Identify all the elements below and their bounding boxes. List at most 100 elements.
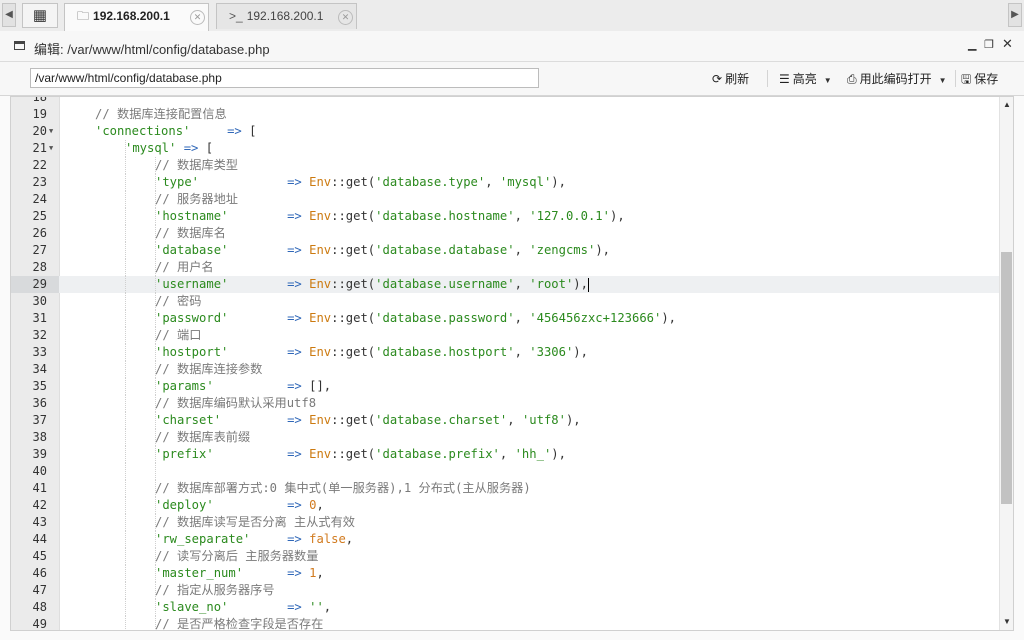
window-titlebar: 编辑: /var/www/html/config/database.php ▁ … — [0, 31, 1024, 62]
code-editor[interactable]: 18 19// 数据库连接配置信息 20 ▼'connections' => [21 ▼… — [10, 96, 1014, 631]
fold-toggle-icon[interactable]: ▼ — [49, 123, 53, 140]
code-line[interactable]: 48 'slave_no' => '', — [11, 599, 999, 616]
code-line[interactable]: 45 // 读写分离后 主服务器数量 — [11, 548, 999, 565]
indent-guide — [125, 497, 126, 514]
close-icon[interactable]: ✕ — [338, 10, 353, 25]
code-text[interactable]: // 数据库表前缀 — [155, 429, 250, 446]
code-line[interactable]: 46 'master_num' => 1, — [11, 565, 999, 582]
code-text[interactable]: // 端口 — [155, 327, 201, 344]
code-line[interactable]: 23 'type' => Env::get('database.type', 'm… — [11, 174, 999, 191]
code-line[interactable]: 40 — [11, 463, 999, 480]
code-text[interactable]: // 密码 — [155, 293, 201, 310]
code-text[interactable]: // 数据库名 — [155, 225, 226, 242]
code-line[interactable]: 43 // 数据库读写是否分离 主从式有效 — [11, 514, 999, 531]
caret-down-icon: ▼ — [938, 76, 947, 85]
code-text[interactable]: 'type' => Env::get('database.type', 'mys… — [155, 174, 566, 191]
code-lines[interactable]: 18 19// 数据库连接配置信息 20 ▼'connections' => [21 ▼… — [11, 97, 999, 630]
code-line[interactable]: 41 // 数据库部署方式:0 集中式(单一服务器),1 分布式(主从服务器) — [11, 480, 999, 497]
refresh-label: 刷新 — [725, 72, 750, 86]
code-line[interactable]: 20 ▼'connections' => [ — [11, 123, 999, 140]
minimize-icon[interactable]: ▁ — [968, 38, 976, 51]
code-line[interactable]: 18 — [11, 97, 999, 106]
line-number: 19 — [32, 107, 47, 121]
chevron-left-icon: ◀ — [5, 9, 13, 20]
refresh-button[interactable]: ⟳ 刷新 — [712, 70, 749, 88]
code-text[interactable]: 'rw_separate' => false, — [155, 531, 353, 548]
code-line[interactable]: 21 ▼'mysql' => [ — [11, 140, 999, 157]
code-line[interactable]: 32 // 端口 — [11, 327, 999, 344]
code-line[interactable]: 22 // 数据库类型 — [11, 157, 999, 174]
code-line[interactable]: 35 'params' => [], — [11, 378, 999, 395]
code-line[interactable]: 34 // 数据库连接参数 — [11, 361, 999, 378]
code-text[interactable]: 'deploy' => 0, — [155, 497, 324, 514]
code-text[interactable]: 'username' => Env::get('database.usernam… — [155, 276, 589, 293]
tab-overview-button[interactable]: ▦ — [22, 3, 58, 28]
code-text[interactable]: 'connections' => [ — [95, 123, 256, 140]
code-text[interactable]: // 数据库连接配置信息 — [95, 106, 227, 123]
code-text[interactable]: // 数据库读写是否分离 主从式有效 — [155, 514, 355, 531]
code-text[interactable]: 'mysql' => [ — [125, 140, 213, 157]
highlight-dropdown[interactable]: ☰ 高亮 ▼ — [779, 70, 832, 88]
code-line[interactable]: 24 // 服务器地址 — [11, 191, 999, 208]
code-line[interactable]: 29 'username' => Env::get('database.usern… — [11, 276, 999, 293]
code-text[interactable]: 'prefix' => Env::get('database.prefix', … — [155, 446, 566, 463]
code-line[interactable]: 27 'database' => Env::get('database.datab… — [11, 242, 999, 259]
code-line[interactable]: 33 'hostport' => Env::get('database.hostp… — [11, 344, 999, 361]
close-window-icon[interactable]: ✕ — [1002, 36, 1013, 52]
save-icon: 🖫 — [961, 72, 972, 86]
fold-toggle-icon[interactable]: ▼ — [49, 140, 53, 157]
tab-scroll-right-button[interactable]: ▶ — [1008, 3, 1022, 27]
code-line[interactable]: 42 'deploy' => 0, — [11, 497, 999, 514]
code-line[interactable]: 31 'password' => Env::get('database.passw… — [11, 310, 999, 327]
code-text[interactable]: 'hostport' => Env::get('database.hostpor… — [155, 344, 588, 361]
code-line[interactable]: 49 // 是否严格检查字段是否存在 — [11, 616, 999, 630]
code-line[interactable]: 26 // 数据库名 — [11, 225, 999, 242]
code-line[interactable]: 28 // 用户名 — [11, 259, 999, 276]
code-text[interactable]: // 数据库连接参数 — [155, 361, 262, 378]
list-icon: ☰ — [779, 72, 790, 86]
code-line[interactable]: 19 // 数据库连接配置信息 — [11, 106, 999, 123]
code-text[interactable]: 'hostname' => Env::get('database.hostnam… — [155, 208, 625, 225]
vertical-scrollbar[interactable]: ▲ ▼ — [999, 97, 1013, 630]
tab-terminal[interactable]: >_ 192.168.200.1 ✕ — [216, 3, 357, 29]
code-text[interactable]: // 数据库类型 — [155, 157, 238, 174]
scroll-up-icon[interactable]: ▲ — [1003, 100, 1011, 109]
tab-file-manager[interactable]: 🗀 192.168.200.1 ✕ — [64, 3, 209, 31]
tab-scroll-left-button[interactable]: ◀ — [2, 3, 16, 27]
line-number: 42 — [32, 498, 47, 512]
code-line[interactable]: 39 'prefix' => Env::get('database.prefix'… — [11, 446, 999, 463]
indent-guide — [125, 548, 126, 565]
code-text[interactable]: 'password' => Env::get('database.passwor… — [155, 310, 676, 327]
restore-icon[interactable]: ❐ — [984, 38, 994, 51]
file-path-input[interactable] — [30, 68, 539, 88]
line-number: 41 — [32, 481, 47, 495]
code-text[interactable]: 'slave_no' => '', — [155, 599, 331, 616]
code-text[interactable]: // 数据库部署方式:0 集中式(单一服务器),1 分布式(主从服务器) — [155, 480, 531, 497]
code-text[interactable]: 'params' => [], — [155, 378, 331, 395]
code-line[interactable]: 47 // 指定从服务器序号 — [11, 582, 999, 599]
code-line[interactable]: 37 'charset' => Env::get('database.charse… — [11, 412, 999, 429]
line-number: 39 — [32, 447, 47, 461]
open-with-encoding-dropdown[interactable]: ⎙ 用此编码打开 ▼ — [847, 70, 947, 88]
line-number: 32 — [32, 328, 47, 342]
scroll-down-icon[interactable]: ▼ — [1003, 617, 1011, 626]
save-button[interactable]: 🖫 保存 — [961, 70, 998, 88]
code-text[interactable]: 'master_num' => 1, — [155, 565, 324, 582]
scrollbar-thumb[interactable] — [1001, 252, 1012, 504]
code-text[interactable]: // 服务器地址 — [155, 191, 238, 208]
code-line[interactable]: 36 // 数据库编码默认采用utf8 — [11, 395, 999, 412]
code-text[interactable]: // 数据库编码默认采用utf8 — [155, 395, 316, 412]
code-line[interactable]: 30 // 密码 — [11, 293, 999, 310]
line-number: 46 — [32, 566, 47, 580]
code-line[interactable]: 25 'hostname' => Env::get('database.hostn… — [11, 208, 999, 225]
code-text[interactable]: // 读写分离后 主服务器数量 — [155, 548, 318, 565]
line-number: 26 — [32, 226, 47, 240]
code-text[interactable]: // 是否严格检查字段是否存在 — [155, 616, 323, 630]
code-text[interactable]: 'charset' => Env::get('database.charset'… — [155, 412, 581, 429]
close-icon[interactable]: ✕ — [190, 10, 205, 25]
code-text[interactable]: 'database' => Env::get('database.databas… — [155, 242, 610, 259]
code-text[interactable]: // 指定从服务器序号 — [155, 582, 275, 599]
code-line[interactable]: 38 // 数据库表前缀 — [11, 429, 999, 446]
code-text[interactable]: // 用户名 — [155, 259, 214, 276]
code-line[interactable]: 44 'rw_separate' => false, — [11, 531, 999, 548]
